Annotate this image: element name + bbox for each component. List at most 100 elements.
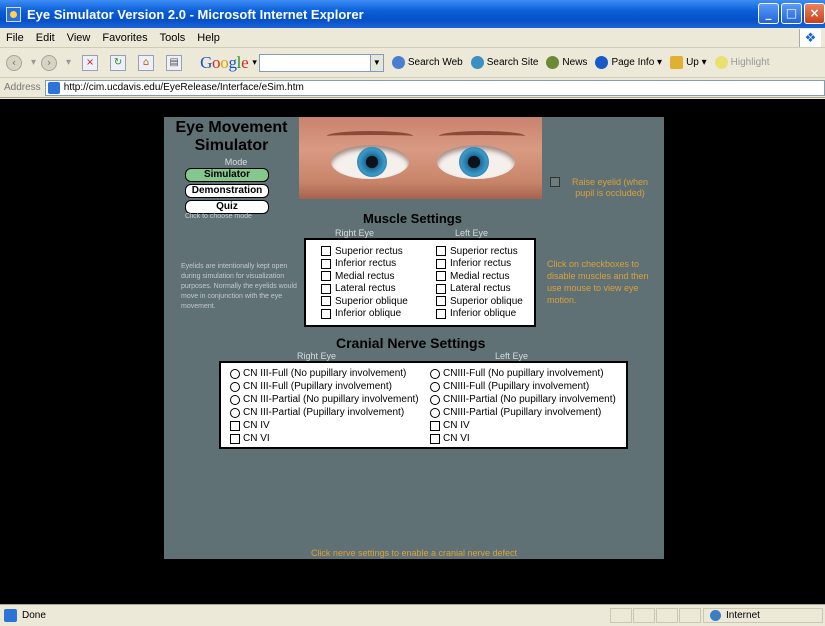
nerve-option[interactable]: CNIII-Full (No pupillary involvement) <box>430 367 616 380</box>
muscle-checkbox[interactable] <box>321 296 331 307</box>
nerve-radio[interactable] <box>230 368 240 379</box>
muscle-checkbox[interactable] <box>321 308 331 319</box>
address-input[interactable]: http://cim.ucdavis.edu/EyeRelease/Interf… <box>44 79 825 96</box>
refresh-icon[interactable]: ↻ <box>110 54 127 71</box>
nerve-radio[interactable] <box>230 407 240 418</box>
muscle-option[interactable]: Medial rectus <box>436 270 523 283</box>
nerve-radio[interactable] <box>430 368 440 379</box>
folder-up-icon <box>670 56 684 69</box>
mode-demonstration-button[interactable]: Demonstration <box>185 184 269 198</box>
nerve-checkbox[interactable] <box>430 420 440 431</box>
right-eye <box>331 145 409 179</box>
zone-label: Internet <box>726 610 760 621</box>
menu-bar: File Edit View Favorites Tools Help ❖ <box>0 28 825 48</box>
nerve-checkbox[interactable] <box>230 433 240 444</box>
muscle-option[interactable]: Superior rectus <box>436 245 523 258</box>
page-info-button[interactable]: Page Info ▾ <box>595 56 662 69</box>
left-eye-muscles: Superior rectus Inferior rectus Medial r… <box>436 245 523 320</box>
close-icon[interactable]: × <box>804 3 825 24</box>
page-done-icon <box>4 609 17 622</box>
nerve-checkbox[interactable] <box>430 433 440 444</box>
nerve-left-eye-label: Left Eye <box>495 351 529 361</box>
search-site-button[interactable]: Search Site <box>470 56 538 69</box>
menu-view[interactable]: View <box>67 32 91 44</box>
muscle-option[interactable]: Inferior oblique <box>436 308 523 321</box>
mode-quiz-button[interactable]: Quiz <box>185 200 269 214</box>
nerve-option[interactable]: CN III-Partial (No pupillary involvement… <box>230 393 419 406</box>
menu-tools[interactable]: Tools <box>160 32 186 44</box>
muscle-checkbox[interactable] <box>436 258 446 269</box>
nerve-option[interactable]: CN IV <box>430 419 616 432</box>
left-iris <box>459 147 489 177</box>
muscle-option[interactable]: Inferior rectus <box>436 258 523 271</box>
muscle-option[interactable]: Superior rectus <box>321 245 408 258</box>
up-button[interactable]: Up ▾ <box>670 56 707 69</box>
muscle-option[interactable]: Inferior oblique <box>321 308 408 321</box>
simulator-title: Eye Movement Simulator <box>175 119 288 154</box>
eyes-image[interactable] <box>299 117 542 199</box>
google-dropdown-icon[interactable]: ▼ <box>369 53 384 72</box>
muscle-checkbox[interactable] <box>321 283 331 294</box>
ie-page-icon <box>6 6 21 22</box>
muscle-checkbox[interactable] <box>321 246 331 257</box>
menu-favorites[interactable]: Favorites <box>102 32 147 44</box>
mode-hint: Click to choose mode <box>185 213 252 220</box>
google-menu-icon[interactable]: ▾ <box>252 57 257 68</box>
nerve-option[interactable]: CN VI <box>230 432 419 445</box>
muscle-option[interactable]: Lateral rectus <box>436 283 523 296</box>
nerve-radio[interactable] <box>430 407 440 418</box>
highlight-button[interactable]: Highlight <box>714 56 770 69</box>
nerve-option[interactable]: CNIII-Partial (No pupillary involvement) <box>430 393 616 406</box>
mode-simulator-button[interactable]: Simulator <box>185 168 269 182</box>
page-viewport: Eye Movement Simulator Mode Simulator De… <box>0 99 825 604</box>
home-icon[interactable]: ⌂ <box>138 54 155 71</box>
nerve-option[interactable]: CN IV <box>230 419 419 432</box>
nerve-option[interactable]: CN III-Partial (Pupillary involvement) <box>230 406 419 419</box>
nerve-option[interactable]: CN VI <box>430 432 616 445</box>
nerve-radio[interactable] <box>430 381 440 392</box>
muscle-option[interactable]: Superior oblique <box>321 295 408 308</box>
muscle-checkbox[interactable] <box>436 296 446 307</box>
muscle-checkbox[interactable] <box>436 283 446 294</box>
minimize-icon[interactable]: _ <box>758 3 779 24</box>
google-search-input[interactable] <box>258 53 371 72</box>
nerve-checkbox[interactable] <box>230 420 240 431</box>
nerve-option[interactable]: CNIII-Partial (Pupillary involvement) <box>430 406 616 419</box>
news-button[interactable]: News <box>546 56 587 69</box>
eye-simulator-panel: Eye Movement Simulator Mode Simulator De… <box>164 117 664 559</box>
search-web-button[interactable]: Search Web <box>391 56 463 69</box>
browser-window: Eye Simulator Version 2.0 - Microsoft In… <box>0 0 825 626</box>
back-icon[interactable]: ‹ <box>6 54 22 71</box>
muscle-checkbox[interactable] <box>436 271 446 282</box>
muscle-option[interactable]: Medial rectus <box>321 270 408 283</box>
right-iris <box>357 147 387 177</box>
window-title: Eye Simulator Version 2.0 - Microsoft In… <box>27 6 364 22</box>
muscle-option[interactable]: Lateral rectus <box>321 283 408 296</box>
nerve-option[interactable]: CNIII-Full (Pupillary involvement) <box>430 380 616 393</box>
muscle-option[interactable]: Inferior rectus <box>321 258 408 271</box>
nerve-option[interactable]: CN III-Full (No pupillary involvement) <box>230 367 419 380</box>
nerve-radio[interactable] <box>430 394 440 405</box>
muscle-option[interactable]: Superior oblique <box>436 295 523 308</box>
menu-edit[interactable]: Edit <box>36 32 55 44</box>
highlighter-icon <box>714 56 728 69</box>
menu-help[interactable]: Help <box>197 32 220 44</box>
raise-eyelid-option[interactable]: Raise eyelid (when pupil is occluded) <box>550 177 654 199</box>
print-icon[interactable]: ▤ <box>166 54 183 71</box>
nerve-option[interactable]: CN III-Full (Pupillary involvement) <box>230 380 419 393</box>
status-panes <box>610 608 702 623</box>
stop-icon[interactable]: × <box>82 54 99 71</box>
menu-file[interactable]: File <box>6 32 24 44</box>
globe-icon <box>710 610 721 621</box>
muscle-checkbox[interactable] <box>436 246 446 257</box>
toolbar: ‹ ▾ › ▾ × ↻ ⌂ ▤ Google ▾ ▼ Search Web Se… <box>0 48 825 78</box>
raise-eyelid-label: Raise eyelid (when pupil is occluded) <box>571 177 649 198</box>
raise-eyelid-checkbox[interactable] <box>550 177 560 187</box>
muscle-checkbox[interactable] <box>321 271 331 282</box>
forward-icon[interactable]: › <box>41 54 58 71</box>
muscle-checkbox[interactable] <box>436 308 446 319</box>
nerve-radio[interactable] <box>230 381 240 392</box>
muscle-checkbox[interactable] <box>321 258 331 269</box>
maximize-icon[interactable]: □ <box>781 3 802 24</box>
nerve-radio[interactable] <box>230 394 240 405</box>
